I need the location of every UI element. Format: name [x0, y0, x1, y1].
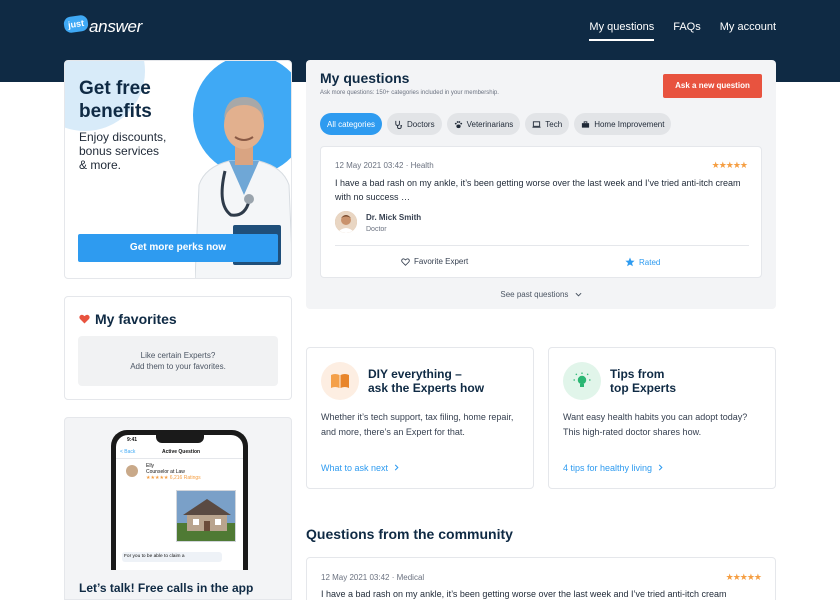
category-filter: All categories Doctors Veterinarians Tec… [320, 113, 672, 135]
community-question-meta: 12 May 2021 03:42 · Medical [321, 573, 425, 582]
phone-topbar: < Back Active Question [116, 446, 243, 459]
category-chip-doctors[interactable]: Doctors [387, 113, 442, 135]
my-questions-subtitle: Ask more questions: 150+ categories incl… [320, 90, 499, 96]
phone-mockup: 9:41 < Back Active Question Elly Counsel… [111, 430, 248, 570]
favorites-heading: My favorites [79, 311, 177, 327]
favorites-title: My favorites [95, 311, 177, 327]
heart-outline-icon [401, 257, 410, 266]
tips-title: Tips from top Experts [610, 367, 677, 395]
tips-text: Want easy health habits you can adopt to… [563, 412, 748, 437]
phone-notch [156, 435, 204, 443]
paw-icon [454, 120, 462, 128]
what-to-ask-link[interactable]: What to ask next [321, 463, 399, 473]
logo-badge: just [63, 14, 90, 34]
diy-title: DIY everything – ask the Experts how [368, 367, 485, 395]
nav-faqs[interactable]: FAQs [673, 21, 701, 41]
heart-icon [79, 314, 90, 324]
favorites-card: My favorites Like certain Experts? Add t… [64, 296, 292, 400]
app-promo-title: Let’s talk! Free calls in the app [79, 581, 254, 595]
promo-title: Get free benefits [79, 78, 152, 122]
community-question-card[interactable]: 12 May 2021 03:42 · Medical ★★★★★ I have… [306, 557, 776, 600]
category-chip-home-improvement[interactable]: Home Improvement [574, 113, 672, 135]
promo-subtitle: Enjoy discounts, bonus services & more. [79, 130, 167, 172]
nav-my-questions[interactable]: My questions [589, 21, 655, 41]
community-heading: Questions from the community [306, 526, 513, 542]
category-chip-veterinarians[interactable]: Veterinarians [446, 113, 521, 135]
see-past-questions-link[interactable]: See past questions [306, 290, 776, 299]
diy-text: Whether it’s tech support, tax filing, h… [321, 412, 514, 437]
main-nav: My questions FAQs My account [589, 21, 776, 41]
rating-stars: ★★★★★ [711, 160, 748, 170]
category-chip-tech[interactable]: Tech [525, 113, 570, 135]
app-promo-card: 9:41 < Back Active Question Elly Counsel… [64, 417, 292, 600]
phone-back-link: < Back [120, 449, 136, 455]
healthy-living-link[interactable]: 4 tips for healthy living [563, 463, 663, 473]
lightbulb-icon [563, 362, 601, 400]
favorite-expert-button[interactable]: Favorite Expert [401, 257, 468, 266]
phone-chat-message: For you to be able to claim a [122, 552, 222, 562]
phone-time: 9:41 [127, 437, 138, 443]
phone-expert-avatar [126, 465, 138, 477]
community-question-text: I have a bad rash on my ankle, it’s been… [321, 589, 727, 599]
chevron-right-icon [658, 464, 663, 471]
expert-name[interactable]: Dr. Mick Smith [366, 213, 421, 222]
logo-text: answer [89, 17, 143, 36]
stethoscope-icon [395, 120, 403, 129]
phone-house-photo [176, 490, 236, 542]
favorites-empty-state: Like certain Experts? Add them to your f… [78, 336, 278, 386]
rated-button[interactable]: Rated [625, 257, 660, 267]
toolbox-icon [582, 120, 590, 128]
my-questions-panel: My questions Ask more questions: 150+ ca… [306, 60, 776, 309]
question-text: I have a bad rash on my ankle, it’s been… [335, 178, 741, 202]
star-icon [625, 257, 635, 267]
chevron-down-icon [575, 293, 582, 297]
justanswer-logo[interactable]: just answer [63, 11, 143, 37]
expert-role: Doctor [366, 226, 387, 233]
card-divider [335, 245, 749, 246]
nav-my-account[interactable]: My account [720, 21, 776, 41]
ask-new-question-button[interactable]: Ask a new question [663, 74, 762, 98]
question-card[interactable]: 12 May 2021 03:42 · Health ★★★★★ I have … [320, 146, 762, 278]
get-perks-button[interactable]: Get more perks now [78, 234, 278, 262]
phone-screen-title: Active Question [162, 449, 201, 455]
tips-info-card: Tips from top Experts Want easy health h… [548, 347, 776, 489]
laptop-icon [532, 120, 541, 128]
chevron-right-icon [394, 464, 399, 471]
community-rating-stars: ★★★★★ [725, 572, 762, 582]
phone-screen: 9:41 < Back Active Question Elly Counsel… [116, 435, 243, 570]
book-icon [321, 362, 359, 400]
expert-avatar [335, 211, 357, 233]
diy-info-card: DIY everything – ask the Experts how Whe… [306, 347, 534, 489]
category-chip-all[interactable]: All categories [320, 113, 383, 135]
benefits-promo-card: Get free benefits Enjoy discounts, bonus… [64, 60, 292, 279]
phone-expert-info: Elly Counselor at Law ★★★★★ 6,216 Rating… [146, 463, 201, 481]
question-meta: 12 May 2021 03:42 · Health [335, 161, 434, 170]
my-questions-title: My questions [320, 70, 410, 86]
